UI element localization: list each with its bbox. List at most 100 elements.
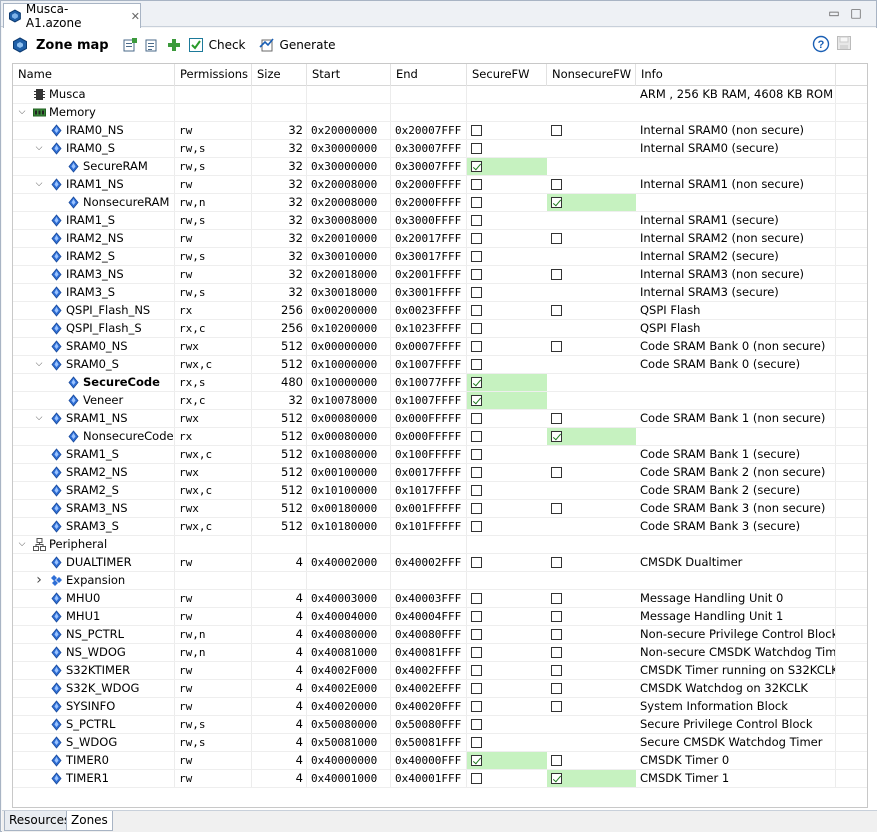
securefw-checkbox[interactable] — [471, 251, 482, 262]
securefw-checkbox[interactable] — [471, 593, 482, 604]
table-row[interactable]: MHU0 rw 4 0x40003000 0x40003FFF Message Handl… — [13, 590, 867, 608]
column-header-name[interactable]: Name — [13, 64, 175, 86]
table-row[interactable]: QSPI_Flash_S rx,c 256 0x10200000 0x1023FFFF Q… — [13, 320, 867, 338]
nonsecurefw-checkbox[interactable] — [551, 305, 562, 316]
securefw-checkbox[interactable] — [471, 647, 482, 658]
add-zone-icon[interactable] — [121, 36, 139, 54]
securefw-checkbox[interactable] — [471, 143, 482, 154]
chevron-down-icon[interactable]: ⌵ — [34, 356, 44, 373]
table-row[interactable]: IRAM1_S rw,s 32 0x30008000 0x3000FFFF Interna… — [13, 212, 867, 230]
nonsecurefw-checkbox[interactable] — [551, 431, 562, 442]
nonsecurefw-checkbox[interactable] — [551, 125, 562, 136]
securefw-checkbox[interactable] — [471, 359, 482, 370]
close-icon[interactable]: ✕ — [131, 10, 140, 23]
nonsecurefw-checkbox[interactable] — [551, 413, 562, 424]
table-row[interactable]: TIMER0 rw 4 0x40000000 0x40000FFF CMSDK Timer… — [13, 752, 867, 770]
column-header-nsfw[interactable]: NonsecureFW — [547, 64, 636, 86]
securefw-checkbox[interactable] — [471, 611, 482, 622]
securefw-checkbox[interactable] — [471, 215, 482, 226]
table-row[interactable]: IRAM2_NS rw 32 0x20010000 0x20017FFF Internal… — [13, 230, 867, 248]
column-header-info[interactable]: Info — [636, 64, 836, 86]
securefw-checkbox[interactable] — [471, 557, 482, 568]
column-header-perm[interactable]: Permissions — [175, 64, 252, 86]
table-row[interactable]: SRAM0_NS rwx 512 0x00000000 0x0007FFFF Code S… — [13, 338, 867, 356]
check-button[interactable]: Check — [209, 38, 246, 52]
tab-zones[interactable]: Zones — [66, 811, 113, 831]
chevron-down-icon[interactable]: ⌵ — [17, 104, 27, 121]
securefw-checkbox[interactable] — [471, 773, 482, 784]
table-row[interactable]: S_PCTRL rw,s 4 0x50080000 0x50080FFF Secure P… — [13, 716, 867, 734]
table-row[interactable]: NS_WDOG rw,n 4 0x40081000 0x40081FFF Non-secu… — [13, 644, 867, 662]
securefw-checkbox[interactable] — [471, 287, 482, 298]
add-icon[interactable] — [165, 36, 183, 54]
nonsecurefw-checkbox[interactable] — [551, 755, 562, 766]
maximize-icon[interactable]: □ — [849, 6, 863, 20]
nonsecurefw-checkbox[interactable] — [551, 269, 562, 280]
table-row[interactable]: SRAM1_S rwx,c 512 0x10080000 0x100FFFFF Code … — [13, 446, 867, 464]
securefw-checkbox[interactable] — [471, 431, 482, 442]
table-row[interactable]: SYSINFO rw 4 0x40020000 0x40020FFF System Inf… — [13, 698, 867, 716]
column-header-sfw[interactable]: SecureFW — [467, 64, 547, 86]
column-header-start[interactable]: Start — [307, 64, 391, 86]
nonsecurefw-checkbox[interactable] — [551, 701, 562, 712]
table-row[interactable]: IRAM0_NS rw 32 0x20000000 0x20007FFF Internal… — [13, 122, 867, 140]
securefw-checkbox[interactable] — [471, 683, 482, 694]
nonsecurefw-checkbox[interactable] — [551, 503, 562, 514]
chevron-down-icon[interactable]: ⌵ — [34, 140, 44, 157]
column-header-size[interactable]: Size — [252, 64, 307, 86]
securefw-checkbox[interactable] — [471, 521, 482, 532]
securefw-checkbox[interactable] — [471, 737, 482, 748]
nonsecurefw-checkbox[interactable] — [551, 179, 562, 190]
table-row[interactable]: QSPI_Flash_NS rx 256 0x00200000 0x0023FFFF QS… — [13, 302, 867, 320]
table-row[interactable]: S_WDOG rw,s 4 0x50081000 0x50081FFF Secure CM… — [13, 734, 867, 752]
securefw-checkbox[interactable] — [471, 665, 482, 676]
table-row[interactable]: IRAM3_S rw,s 32 0x30018000 0x3001FFFF Interna… — [13, 284, 867, 302]
securefw-checkbox[interactable] — [471, 323, 482, 334]
nonsecurefw-checkbox[interactable] — [551, 467, 562, 478]
table-row[interactable]: IRAM3_NS rw 32 0x20018000 0x2001FFFF Internal… — [13, 266, 867, 284]
nonsecurefw-checkbox[interactable] — [551, 341, 562, 352]
tab-resources[interactable]: Resources — [4, 811, 76, 831]
securefw-checkbox[interactable] — [471, 395, 482, 406]
table-row[interactable]: SRAM3_NS rwx 512 0x00180000 0x001FFFFF Code S… — [13, 500, 867, 518]
column-header-end[interactable]: End — [391, 64, 467, 86]
securefw-checkbox[interactable] — [471, 449, 482, 460]
minimize-icon[interactable]: ▭ — [827, 6, 841, 20]
table-row[interactable]: S32K_WDOG rw 4 0x4002E000 0x4002EFFF CMSDK Wa… — [13, 680, 867, 698]
securefw-checkbox[interactable] — [471, 341, 482, 352]
table-row[interactable]: S32KTIMER rw 4 0x4002F000 0x4002FFFF CMSDK Ti… — [13, 662, 867, 680]
securefw-checkbox[interactable] — [471, 179, 482, 190]
securefw-checkbox[interactable] — [471, 467, 482, 478]
table-row[interactable]: NonsecureRAM rw,n 32 0x20008000 0x2000FFFF — [13, 194, 867, 212]
table-row[interactable]: NS_PCTRL rw,n 4 0x40080000 0x40080FFF Non-sec… — [13, 626, 867, 644]
chevron-down-icon[interactable]: ⌵ — [17, 536, 27, 553]
table-row[interactable]: ⌵ SRAM0_S rwx,c 512 0x10000000 0x1007FFFF Code… — [13, 356, 867, 374]
nonsecurefw-checkbox[interactable] — [551, 665, 562, 676]
table-row[interactable]: DUALTIMER rw 4 0x40002000 0x40002FFF CMSDK Du… — [13, 554, 867, 572]
securefw-checkbox[interactable] — [471, 413, 482, 424]
table-row[interactable]: Musca ARM , 256 KB RAM, 4608 KB ROM — [13, 86, 867, 104]
check-icon[interactable] — [187, 36, 205, 54]
securefw-checkbox[interactable] — [471, 305, 482, 316]
securefw-checkbox[interactable] — [471, 701, 482, 712]
securefw-checkbox[interactable] — [471, 269, 482, 280]
table-row[interactable]: TIMER1 rw 4 0x40001000 0x40001FFF CMSDK Timer… — [13, 770, 867, 788]
table-row[interactable]: IRAM2_S rw,s 32 0x30010000 0x30017FFF Interna… — [13, 248, 867, 266]
table-row[interactable]: ⌵ IRAM0_S rw,s 32 0x30000000 0x30007FFF Intern… — [13, 140, 867, 158]
table-row[interactable]: SRAM2_NS rwx 512 0x00100000 0x0017FFFF Code S… — [13, 464, 867, 482]
save-icon[interactable] — [836, 35, 854, 53]
securefw-checkbox[interactable] — [471, 233, 482, 244]
table-row[interactable]: ⌵ IRAM1_NS rw 32 0x20008000 0x2000FFFF Interna… — [13, 176, 867, 194]
securefw-checkbox[interactable] — [471, 125, 482, 136]
chevron-down-icon[interactable]: ⌵ — [34, 176, 44, 193]
edit-zone-icon[interactable] — [143, 36, 161, 54]
nonsecurefw-checkbox[interactable] — [551, 611, 562, 622]
securefw-checkbox[interactable] — [471, 161, 482, 172]
table-row[interactable]: SRAM3_S rwx,c 512 0x10180000 0x101FFFFF Code … — [13, 518, 867, 536]
securefw-checkbox[interactable] — [471, 629, 482, 640]
securefw-checkbox[interactable] — [471, 377, 482, 388]
table-row[interactable]: ⌵ SRAM1_NS rwx 512 0x00080000 0x000FFFFF Code … — [13, 410, 867, 428]
table-row[interactable]: ⌵ Peripheral — [13, 536, 867, 554]
generate-button[interactable]: Generate — [280, 38, 336, 52]
securefw-checkbox[interactable] — [471, 755, 482, 766]
